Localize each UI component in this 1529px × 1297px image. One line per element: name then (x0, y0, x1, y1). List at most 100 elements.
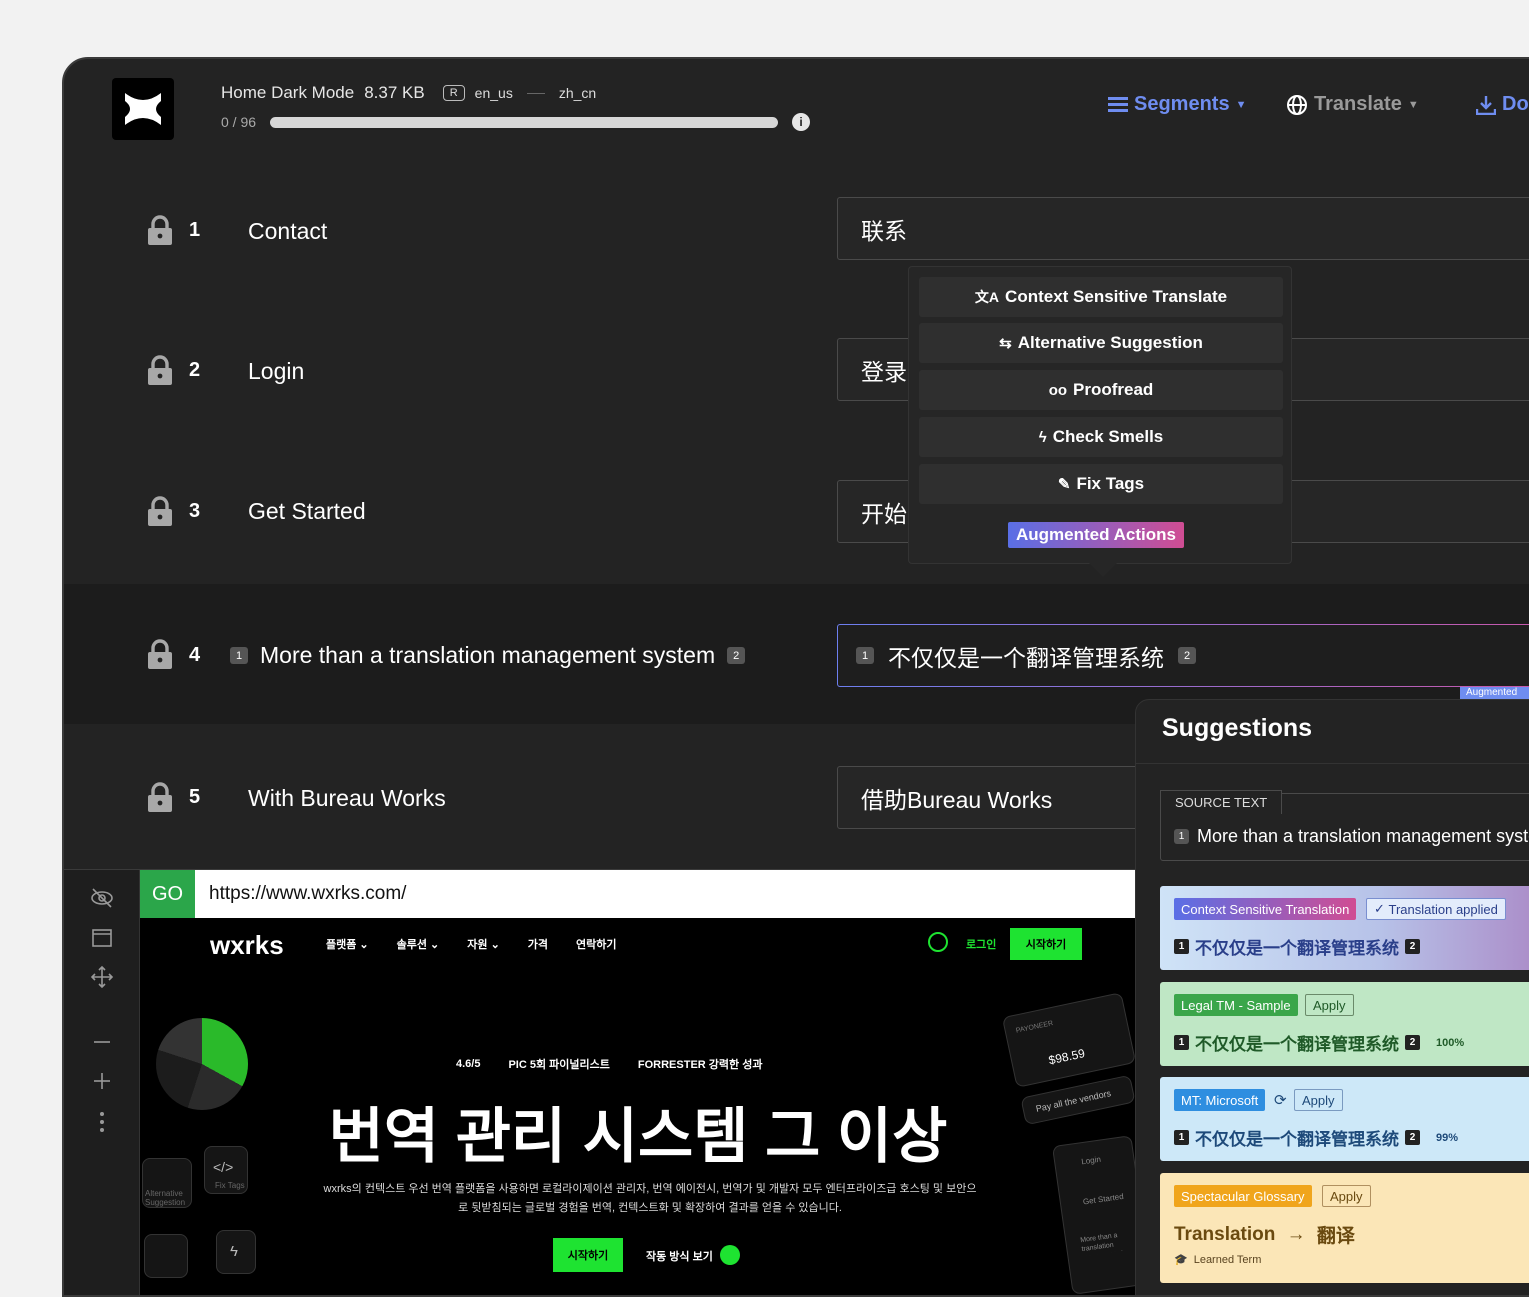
suggestion-card-mt[interactable]: MT: Microsoft ⟳ Apply 1 不仅仅是一个翻译管理系统 2 99% (1160, 1077, 1529, 1161)
arrow-right-icon: → (1281, 1223, 1311, 1245)
site-globe-icon (928, 932, 948, 952)
suggestion-value: 不仅仅是一个翻译管理系统 (1195, 1130, 1399, 1149)
site-nav-item: 플랫폼 ⌄ (326, 939, 369, 951)
site-login: 로그인 (966, 939, 997, 951)
site-nav-item: 솔루션 ⌄ (396, 939, 440, 951)
target-lang: zh_cn (558, 85, 597, 101)
lock-icon[interactable] (147, 355, 173, 385)
suggestions-title: Suggestions (1162, 714, 1313, 742)
site-nav-item: 가격 (527, 939, 549, 951)
app-logo[interactable] (112, 78, 174, 140)
site-badges: 4.6/5 PIC 5회 파이널리스트 FORRESTER 강력한 성과 (456, 1056, 762, 1072)
suggestion-card-tm[interactable]: Legal TM - Sample Apply 1 不仅仅是一个翻译管理系统 2 10… (1160, 982, 1529, 1066)
source-text-value: More than a translation management syste… (1197, 826, 1529, 846)
glasses-icon: oo (1048, 381, 1068, 399)
tag-open[interactable]: 1 (230, 647, 248, 664)
refresh-icon[interactable]: ⟳ (1274, 1091, 1287, 1109)
suggestion-card-glossary[interactable]: Spectacular Glossary Apply Translation →… (1160, 1173, 1529, 1283)
target-label: 不仅仅是一个翻译管理系统 (888, 644, 1164, 671)
site-card-label: Get Started (1082, 1191, 1125, 1207)
list-icon (1108, 96, 1128, 112)
context-sensitive-translate-button[interactable]: 文A Context Sensitive Translate (919, 277, 1283, 317)
file-size: 8.37 KB (364, 83, 425, 102)
site-hero-title: 번역 관리 시스템 그 이상 (328, 1103, 948, 1170)
segment-number: 1 (189, 219, 201, 241)
site-payment-card: PAYONEER $98.59 (1001, 992, 1136, 1088)
tag-open: 1 (1174, 1130, 1189, 1145)
tag-close[interactable]: 2 (1178, 647, 1196, 664)
check-smells-button[interactable]: ϟ Check Smells (919, 417, 1283, 457)
source-text-label: SOURCE TEXT (1160, 790, 1283, 814)
globe-icon (1287, 94, 1307, 115)
target-label: 借助Bureau Works (861, 786, 1053, 813)
site-screenshot: wxrks 플랫폼 ⌄ 솔루션 ⌄ 자원 ⌄ 가격 연락하기 로그인 시작하기 … (140, 918, 1136, 1295)
lock-icon[interactable] (147, 215, 173, 245)
target-input-active[interactable]: 1 不仅仅是一个翻译管理系统 2 (837, 624, 1529, 687)
site-segment-card: Login Get Started More than a translatio… (1051, 1135, 1136, 1295)
website-preview: GO https://www.wxrks.com/ wxrks 플랫폼 ⌄ 솔루… (64, 869, 1136, 1295)
download-menu[interactable]: Do (1476, 93, 1529, 116)
alternative-suggestion-button[interactable]: ⇆ Alternative Suggestion (919, 323, 1283, 363)
file-info: Home Dark Mode 8.37 KB R en_us zh_cn (221, 83, 596, 103)
chevron-down-icon: ▼ (1235, 98, 1247, 111)
site-hero-paragraph: wxrks의 컨텍스트 우선 번역 플랫폼을 사용하면 로컬라이제이션 관리자,… (323, 1183, 977, 1214)
source-text: Contact (248, 218, 327, 245)
fix-tags-button[interactable]: ✎ Fix Tags (919, 464, 1283, 504)
zoom-in-icon[interactable] (90, 1069, 114, 1093)
segment-number: 3 (189, 500, 201, 522)
proofread-button[interactable]: oo Proofread (919, 370, 1283, 410)
window-icon[interactable] (90, 926, 114, 950)
segments-menu[interactable]: Segments ▼ (1108, 93, 1246, 116)
eye-off-icon[interactable] (90, 886, 114, 910)
segment-number: 4 (189, 644, 201, 666)
suggestion-card-cst[interactable]: Context Sensitive Translation ✓ Translat… (1160, 886, 1529, 970)
apply-button[interactable]: Apply (1294, 1089, 1343, 1111)
go-button[interactable]: GO (140, 870, 195, 918)
url-input[interactable]: https://www.wxrks.com/ (195, 883, 406, 905)
source-label: With Bureau Works (248, 785, 446, 811)
tag-close: 2 (1405, 939, 1420, 954)
lang-separator (526, 92, 545, 94)
site-card-amount: $98.59 (1047, 1046, 1087, 1068)
augmented-indicator[interactable]: Augmented (1460, 687, 1529, 699)
glossary-term: Translation → 翻译 (1174, 1221, 1355, 1248)
apply-button[interactable]: Apply (1305, 994, 1354, 1016)
move-icon[interactable] (90, 965, 114, 989)
source-text: 1 More than a translation management sys… (230, 642, 746, 669)
button-label: Check Smells (1052, 427, 1164, 446)
info-icon[interactable]: i (792, 113, 811, 131)
download-label: Do (1502, 93, 1529, 115)
tag-close: 2 (1405, 1130, 1420, 1145)
site-card: ϟ (216, 1230, 256, 1274)
source-text-content: 1 More than a translation management sys… (1174, 826, 1529, 847)
flame-icon: ϟ (1038, 428, 1047, 446)
mt-chip: MT: Microsoft (1174, 1089, 1266, 1111)
site-badge: FORRESTER 강력한 성과 (637, 1059, 763, 1071)
lock-icon[interactable] (147, 782, 173, 812)
tag-open[interactable]: 1 (856, 647, 874, 664)
zoom-out-icon[interactable] (90, 1030, 114, 1054)
term-source: Translation (1174, 1223, 1276, 1245)
tag-close: 2 (1405, 1035, 1420, 1050)
lock-icon[interactable] (147, 496, 173, 526)
segment-row-1[interactable]: 1 Contact 联系 (64, 177, 1529, 317)
button-label: Alternative Suggestion (1017, 333, 1203, 352)
source-text: Get Started (248, 498, 366, 525)
more-vertical-icon[interactable] (90, 1110, 114, 1134)
learned-label: Learned Term (1193, 1253, 1262, 1266)
segment-row-2[interactable]: 2 Login 登录 (64, 318, 1529, 458)
chevron-down-icon: ▼ (1407, 98, 1419, 111)
translate-icon: 文A (974, 289, 1000, 305)
download-icon (1476, 95, 1496, 115)
term-target: 翻译 (1316, 1226, 1355, 1247)
apply-button[interactable]: Apply (1322, 1185, 1371, 1207)
tag-close[interactable]: 2 (727, 647, 746, 664)
lock-icon[interactable] (147, 639, 173, 669)
suggestion-text: 1 不仅仅是一个翻译管理系统 2 (1174, 934, 1420, 959)
segment-row-3[interactable]: 3 Get Started 开始 (64, 459, 1529, 599)
chip-label: Translation applied (1388, 901, 1498, 917)
target-input[interactable]: 联系 (837, 197, 1529, 260)
source-label: Get Started (248, 498, 366, 524)
translate-menu[interactable]: Translate ▼ (1286, 93, 1419, 116)
tm-chip: Legal TM - Sample (1174, 994, 1298, 1016)
